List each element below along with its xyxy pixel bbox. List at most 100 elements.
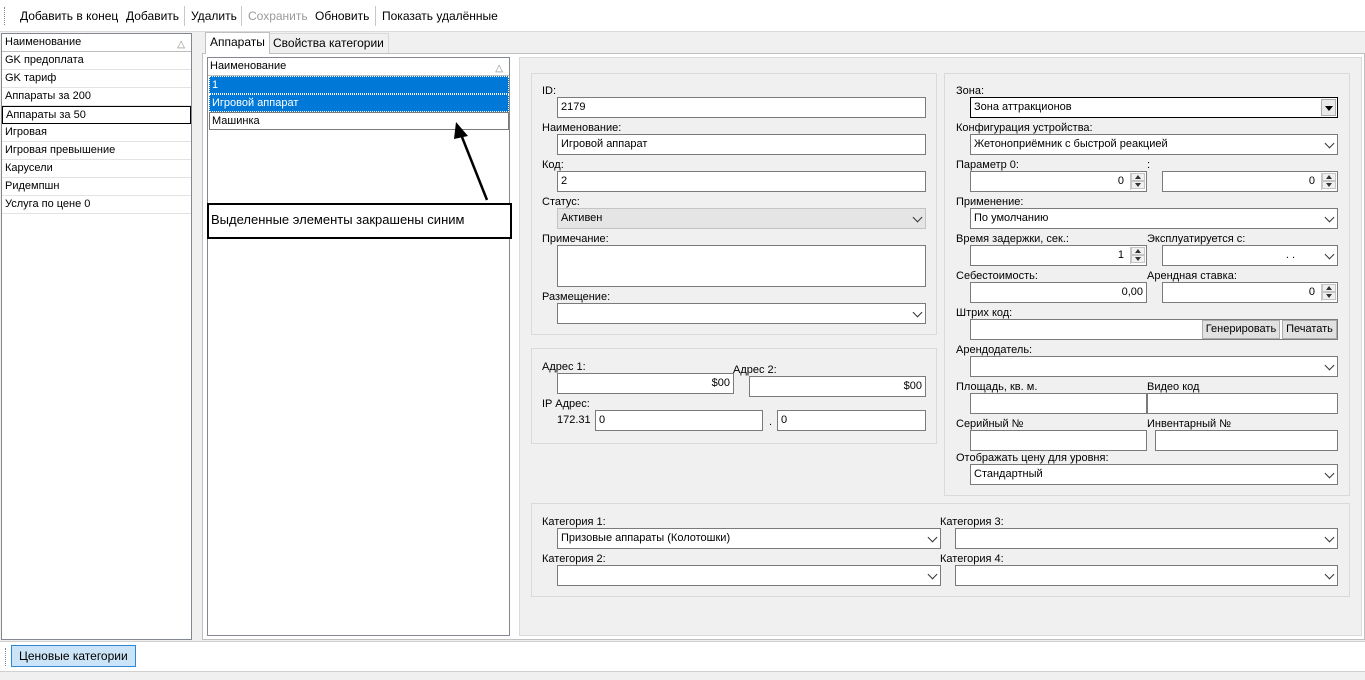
category-list[interactable]: Наименование △ GK предоплата GK тариф Ап… [1, 33, 192, 640]
landlord-label: Арендодатель: [956, 344, 1033, 356]
ip-part2-field[interactable]: 0 [777, 410, 926, 431]
param0b-value: 0 [1308, 175, 1315, 187]
list-item-selected[interactable]: Аппараты за 50 [2, 106, 191, 124]
category2-select[interactable] [557, 565, 941, 586]
dropdown-arrow-icon[interactable] [1321, 99, 1336, 116]
landlord-select[interactable] [970, 356, 1338, 377]
spin-up-icon[interactable] [1322, 173, 1336, 181]
inventory-field[interactable] [1155, 430, 1338, 451]
video-code-field[interactable] [1147, 393, 1338, 414]
spin-up-icon[interactable] [1131, 173, 1145, 181]
category3-select[interactable] [955, 528, 1338, 549]
param0-label: Параметр 0: [956, 159, 1019, 171]
name-field[interactable]: Игровой аппарат [557, 134, 926, 155]
chevron-down-icon [927, 532, 938, 543]
toolbar: Добавить в конец Добавить Удалить Сохран… [0, 0, 1365, 32]
tab-category-properties[interactable]: Свойства категории [268, 33, 389, 53]
cost-label: Себестоимость: [956, 270, 1038, 282]
note-label: Примечание: [542, 233, 609, 245]
zone-label: Зона: [956, 85, 985, 97]
sort-triangle-icon: △ [495, 63, 503, 74]
spin-down-icon[interactable] [1322, 292, 1336, 300]
tab-devices[interactable]: Аппараты [205, 32, 270, 54]
in-use-date-picker[interactable]: . . [1162, 245, 1338, 266]
list-item-selected[interactable]: Игровой аппарат [209, 94, 509, 112]
name-label: Наименование: [542, 122, 622, 134]
category2-label: Категория 2: [542, 553, 606, 565]
param0b-spinner[interactable]: 0 [1162, 171, 1338, 192]
usage-select[interactable]: По умолчанию [970, 208, 1338, 229]
ip-prefix: 172.31 [557, 414, 591, 426]
list-item[interactable]: GK тариф [2, 70, 191, 88]
print-button[interactable]: Печатать [1282, 320, 1337, 339]
toolbar-separator [184, 6, 185, 26]
list-item[interactable]: Игровая [2, 124, 191, 142]
list-column-header[interactable]: Наименование △ [208, 58, 509, 76]
code-field[interactable]: 2 [557, 171, 926, 192]
list-item[interactable]: GK предоплата [2, 52, 191, 70]
video-code-label: Видео код [1147, 381, 1200, 393]
toolbar-grip[interactable] [4, 7, 7, 25]
toolbar-grip[interactable] [5, 648, 8, 666]
ip-part1-field[interactable]: 0 [595, 410, 763, 431]
chevron-down-icon [1324, 468, 1335, 479]
list-item[interactable]: Игровая превышение [2, 142, 191, 160]
delay-spinner[interactable]: 1 [970, 245, 1147, 266]
chevron-down-icon [1324, 249, 1335, 260]
refresh-button[interactable]: Обновить [315, 9, 369, 23]
address2-label: Адрес 2: [733, 364, 777, 376]
usage-value: По умолчанию [974, 212, 1049, 224]
spin-down-icon[interactable] [1131, 255, 1145, 263]
cost-field[interactable]: 0,00 [970, 282, 1147, 303]
param0-value: 0 [1117, 175, 1124, 187]
arrow-head [454, 122, 468, 139]
show-deleted-button[interactable]: Показать удалённые [382, 9, 498, 23]
category1-label: Категория 1: [542, 516, 606, 528]
zone-select[interactable]: Зона аттракционов [970, 97, 1338, 118]
spin-down-icon[interactable] [1131, 181, 1145, 189]
note-textarea[interactable] [557, 245, 926, 287]
list-item[interactable]: Аппараты за 200 [2, 88, 191, 106]
category1-select[interactable]: Призовые аппараты (Колотошки) [557, 528, 941, 549]
add-to-end-button[interactable]: Добавить в конец [20, 9, 118, 23]
category4-select[interactable] [955, 565, 1338, 586]
placement-select[interactable] [557, 303, 926, 324]
area-field[interactable] [970, 393, 1147, 414]
price-categories-button[interactable]: Ценовые категории [11, 645, 136, 667]
list-item[interactable]: Ридемпшн [2, 178, 191, 196]
rent-label: Арендная ставка: [1147, 270, 1237, 282]
list-item[interactable]: Услуга по цене 0 [2, 196, 191, 214]
spinner-buttons[interactable] [1321, 284, 1336, 301]
spinner-buttons[interactable] [1130, 247, 1145, 264]
serial-field[interactable] [970, 430, 1147, 451]
spinner-buttons[interactable] [1130, 173, 1145, 190]
chevron-down-icon [1324, 212, 1335, 223]
address1-field[interactable]: $00 [557, 373, 734, 394]
param0-spinner[interactable]: 0 [970, 171, 1147, 192]
price-level-select[interactable]: Стандартный [970, 464, 1338, 485]
list-item-selected[interactable]: 1 [209, 76, 509, 94]
in-use-label: Эксплуатируется с: [1147, 233, 1246, 245]
delay-value: 1 [1117, 249, 1124, 261]
device-config-select[interactable]: Жетоноприёмник с быстрой реакцией [970, 134, 1338, 155]
add-button[interactable]: Добавить [126, 9, 179, 23]
device-config-value: Жетоноприёмник с быстрой реакцией [974, 138, 1168, 150]
status-select[interactable]: Активен [557, 208, 926, 229]
list-column-header[interactable]: Наименование △ [2, 34, 191, 52]
ip-dot: . [769, 416, 773, 428]
address2-field[interactable]: $00 [749, 376, 926, 397]
spin-up-icon[interactable] [1322, 284, 1336, 292]
usage-label: Применение: [956, 196, 1024, 208]
spinner-buttons[interactable] [1321, 173, 1336, 190]
rent-spinner[interactable]: 0 [1162, 282, 1338, 303]
generate-button[interactable]: Генерировать [1202, 320, 1280, 339]
id-field[interactable]: 2179 [557, 97, 926, 118]
save-button[interactable]: Сохранить [248, 9, 308, 23]
rent-value: 0 [1308, 286, 1315, 298]
spin-up-icon[interactable] [1131, 247, 1145, 255]
param-colon: : [1147, 159, 1151, 171]
status-value: Активен [561, 212, 603, 224]
delete-button[interactable]: Удалить [191, 9, 237, 23]
list-item[interactable]: Карусели [2, 160, 191, 178]
spin-down-icon[interactable] [1322, 181, 1336, 189]
